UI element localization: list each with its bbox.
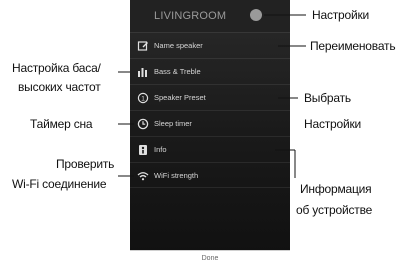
- callout-info-line2: об устройстве: [296, 203, 373, 217]
- callout-rename: Переименовать: [310, 39, 396, 53]
- callout-wifi-line2: Wi-Fi соединение: [12, 177, 107, 191]
- callout-info-line1: Информация: [300, 182, 372, 196]
- callout-wifi-line1: Проверить: [56, 157, 115, 171]
- callout-bass-line1: Настройка баса/: [12, 61, 101, 75]
- callout-sleep: Таймер сна: [30, 117, 93, 131]
- callout-settings: Настройки: [312, 8, 370, 22]
- callout-preset-line2: Настройки: [304, 117, 362, 131]
- callout-bass-line2: высоких частот: [18, 80, 101, 94]
- callout-preset-line1: Выбрать: [304, 91, 351, 105]
